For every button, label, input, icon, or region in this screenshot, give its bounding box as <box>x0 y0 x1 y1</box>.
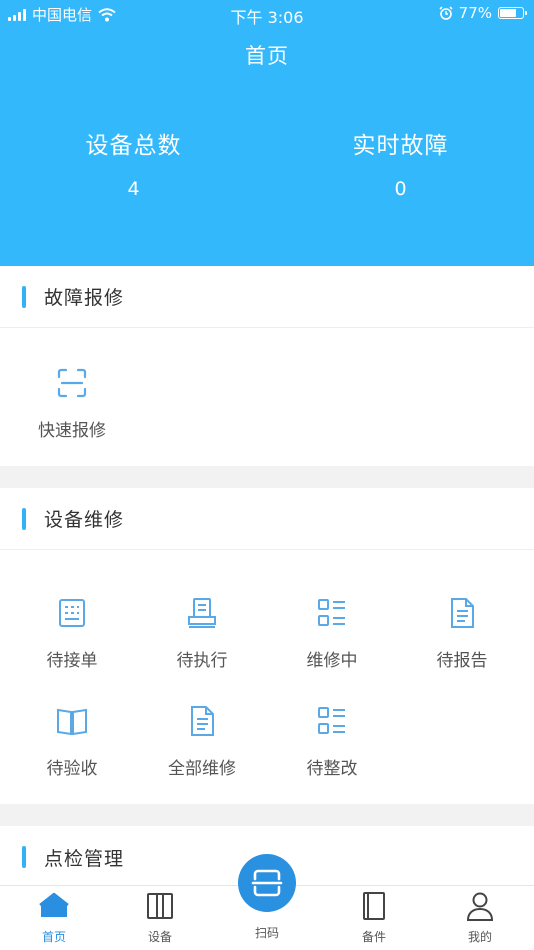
grid-list-icon <box>318 707 345 734</box>
tab-label: 扫码 <box>254 926 279 940</box>
pending-acceptance-button[interactable]: 待验收 <box>7 704 137 779</box>
stat-label: 实时故障 <box>352 133 449 159</box>
pending-report-button[interactable]: 待报告 <box>397 596 527 671</box>
device-icon <box>147 893 173 919</box>
tab-spare-parts[interactable]: 备件 <box>334 890 414 945</box>
section-accent-bar <box>22 846 26 868</box>
scan-icon <box>251 869 283 897</box>
grid-item-label: 待验收 <box>46 759 98 779</box>
grid-item-label: 待执行 <box>176 651 228 671</box>
page-title: 首页 <box>245 44 289 68</box>
grid-item-label: 全部维修 <box>168 759 236 779</box>
stat-label: 设备总数 <box>85 133 182 159</box>
scan-frame-icon <box>57 368 87 398</box>
stat-device-total[interactable]: 设备总数 4 <box>0 126 267 200</box>
quick-repair-button[interactable]: 快速报修 <box>7 366 137 441</box>
notebook-icon <box>363 892 385 920</box>
document-icon <box>191 706 214 736</box>
fault-repair-card: 故障报修 快速报修 <box>0 266 534 466</box>
section-title: 设备维修 <box>44 509 125 531</box>
grid-list-icon <box>318 599 345 626</box>
header-banner: 中国电信 下午 3:06 77% 首页 设备总数 4 实时故障 0 <box>0 0 534 266</box>
battery-icon <box>498 7 527 19</box>
document-icon <box>451 598 474 628</box>
stat-value: 4 <box>127 178 140 200</box>
stat-value: 0 <box>394 178 407 200</box>
section-header: 设备维修 <box>0 488 534 550</box>
status-bar: 中国电信 下午 3:06 77% <box>0 0 534 28</box>
tab-label: 设备 <box>147 930 172 944</box>
grid-item-label: 维修中 <box>306 651 358 671</box>
tab-device[interactable]: 设备 <box>120 890 200 945</box>
section-title: 故障报修 <box>44 287 125 309</box>
tab-label: 备件 <box>361 930 386 944</box>
bottom-tab-bar: 首页 设备 扫码 备件 我的 <box>0 854 534 950</box>
alarm-icon <box>439 6 453 20</box>
equipment-repair-card: 设备维修 待接单 待执行 维修中 待报告 待验收 全部维修 待整改 <box>0 488 534 804</box>
section-header: 故障报修 <box>0 266 534 328</box>
grid-item-label: 待报告 <box>436 651 488 671</box>
pending-rectify-button[interactable]: 待整改 <box>267 704 397 779</box>
in-repair-button[interactable]: 维修中 <box>267 596 397 671</box>
all-repairs-button[interactable]: 全部维修 <box>137 704 267 779</box>
grid-item-label: 快速报修 <box>38 421 106 441</box>
tab-label: 首页 <box>41 930 66 944</box>
section-accent-bar <box>22 285 26 308</box>
pending-accept-button[interactable]: 待接单 <box>7 596 137 671</box>
home-icon <box>39 892 69 917</box>
tab-home[interactable]: 首页 <box>14 890 94 945</box>
section-accent-bar <box>22 507 26 530</box>
open-book-icon <box>57 708 87 736</box>
stat-realtime-fault[interactable]: 实时故障 0 <box>267 126 534 200</box>
printer-doc-icon <box>188 598 216 628</box>
grid-item-label: 待整改 <box>306 759 358 779</box>
tab-mine[interactable]: 我的 <box>440 890 520 945</box>
section-title: 点检管理 <box>44 847 125 870</box>
grid-item-label: 待接单 <box>46 651 98 671</box>
tab-label: 我的 <box>467 930 492 944</box>
order-list-icon <box>59 599 85 627</box>
battery-percent: 77% <box>458 4 492 22</box>
user-icon <box>466 892 494 921</box>
pending-execute-button[interactable]: 待执行 <box>137 596 267 671</box>
scan-button[interactable] <box>238 854 296 912</box>
